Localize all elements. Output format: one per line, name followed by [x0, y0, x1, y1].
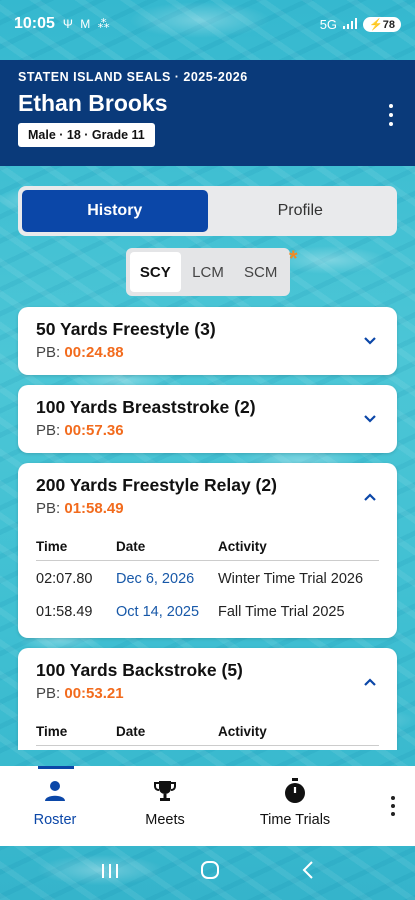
- event-title: 200 Yards Freestyle Relay (2): [36, 475, 277, 495]
- event-card[interactable]: 100 Yards Backstroke (5) PB: 00:53.21 Ti…: [18, 648, 397, 750]
- home-icon[interactable]: [200, 860, 220, 886]
- event-title: 100 Yards Breaststroke (2): [36, 397, 256, 417]
- result-date-link[interactable]: Dec 6, 2026: [116, 571, 218, 587]
- athlete-header: STATEN ISLAND SEALS · 2025-2026 Ethan Br…: [0, 60, 415, 166]
- personal-best: PB: 00:24.88: [36, 344, 379, 361]
- result-date-link[interactable]: Oct 14, 2025: [116, 604, 218, 620]
- course-option-lcm[interactable]: LCM: [183, 252, 234, 292]
- pb-label: PB:: [36, 422, 61, 439]
- event-card[interactable]: 100 Yards Breaststroke (2) PB: 00:57.36: [18, 385, 397, 453]
- nav-meets[interactable]: Meets: [110, 766, 220, 846]
- nav-label-meets: Meets: [145, 812, 185, 828]
- course-option-scm[interactable]: SCM: [235, 252, 286, 292]
- status-bar: 10:05 Ψ M ⁂ 5G ⚡78: [0, 0, 415, 48]
- nav-more-icon[interactable]: [370, 766, 415, 846]
- tab-history[interactable]: History: [22, 190, 208, 232]
- bottom-navigation: Roster Meets Time Trials: [0, 766, 415, 846]
- pb-label: PB:: [36, 344, 61, 361]
- result-activity: Winter Time Trial 2026: [218, 571, 364, 587]
- more-options-icon[interactable]: [387, 104, 395, 126]
- result-time: 02:07.80: [36, 571, 93, 587]
- pb-value: 00:24.88: [64, 344, 124, 361]
- tab-profile[interactable]: Profile: [208, 190, 394, 232]
- course-asterisk: *: [289, 246, 298, 271]
- pb-value: 00:53.21: [64, 685, 124, 702]
- event-list: 50 Yards Freestyle (3) PB: 00:24.88 100 …: [0, 300, 415, 750]
- column-activity: Activity: [218, 724, 267, 739]
- battery-indicator: ⚡78: [363, 16, 401, 32]
- chevron-up-icon[interactable]: [363, 674, 376, 686]
- network-indicator: 5G: [319, 16, 338, 32]
- event-title: 100 Yards Backstroke (5): [36, 660, 243, 680]
- column-time: Time: [36, 539, 68, 554]
- history-row[interactable]: 01:58.49 Oct 14, 2025 Fall Time Trial 20…: [36, 594, 379, 627]
- history-table-header: Time Date Activity: [36, 539, 379, 561]
- nav-roster[interactable]: Roster: [0, 766, 110, 846]
- pb-label: PB:: [36, 500, 61, 517]
- chevron-down-icon[interactable]: [363, 333, 376, 345]
- column-activity: Activity: [218, 539, 267, 554]
- nav-label-time-trials: Time Trials: [259, 812, 331, 828]
- person-icon: [44, 778, 66, 804]
- system-navigation: [0, 846, 415, 900]
- course-selector: SCY LCM SCM: [126, 248, 290, 296]
- personal-best: PB: 01:58.49: [36, 500, 379, 517]
- view-tabs: History Profile: [18, 186, 397, 236]
- team-season: STATEN ISLAND SEALS · 2025-2026: [18, 70, 248, 84]
- notification-icons: Ψ M ⁂: [62, 17, 112, 31]
- personal-best: PB: 00:57.36: [36, 422, 379, 439]
- event-card[interactable]: 50 Yards Freestyle (3) PB: 00:24.88: [18, 307, 397, 375]
- result-activity: Fall Time Trial 2025: [218, 604, 345, 620]
- signal-icon: [343, 17, 358, 32]
- back-icon[interactable]: [302, 861, 314, 885]
- nav-time-trials[interactable]: Time Trials: [220, 766, 370, 846]
- result-time: 01:58.49: [36, 604, 93, 620]
- history-table-header: Time Date Activity: [36, 724, 379, 746]
- column-time: Time: [36, 724, 68, 739]
- stopwatch-icon: [283, 778, 307, 804]
- column-date: Date: [116, 724, 146, 739]
- recent-apps-icon[interactable]: [101, 862, 119, 885]
- pb-label: PB:: [36, 685, 61, 702]
- battery-level: 78: [382, 18, 395, 31]
- course-option-scy[interactable]: SCY: [130, 252, 181, 292]
- athlete-name: Ethan Brooks: [18, 90, 168, 116]
- personal-best: PB: 00:53.21: [36, 685, 379, 702]
- pb-value: 00:57.36: [64, 422, 124, 439]
- trophy-icon: [153, 778, 177, 804]
- pb-value: 01:58.49: [64, 500, 124, 517]
- event-card[interactable]: 200 Yards Freestyle Relay (2) PB: 01:58.…: [18, 463, 397, 638]
- chevron-down-icon[interactable]: [363, 411, 376, 423]
- event-title: 50 Yards Freestyle (3): [36, 319, 216, 339]
- chevron-up-icon[interactable]: [363, 489, 376, 501]
- nav-label-roster: Roster: [33, 812, 77, 828]
- column-date: Date: [116, 539, 146, 554]
- athlete-meta-badge: Male · 18 · Grade 11: [18, 123, 155, 147]
- status-time: 10:05: [14, 15, 55, 32]
- history-row[interactable]: 02:07.80 Dec 6, 2026 Winter Time Trial 2…: [36, 561, 379, 594]
